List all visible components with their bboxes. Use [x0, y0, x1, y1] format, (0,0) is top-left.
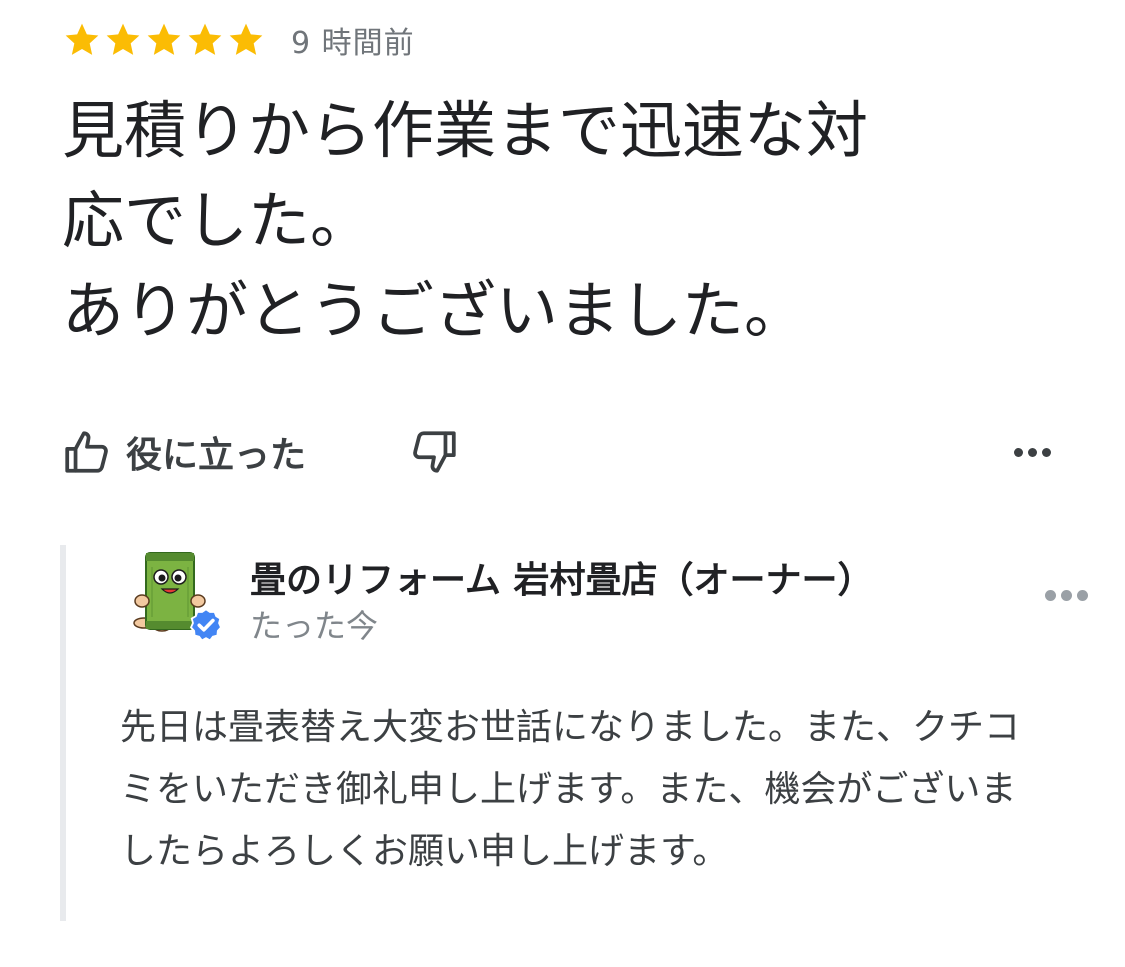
star-icon [106, 23, 140, 55]
star-rating [62, 20, 267, 60]
helpful-button[interactable]: 役に立った [62, 420, 306, 484]
star-icon [229, 23, 263, 55]
review-header: 9 時間前 [62, 18, 415, 62]
review-text: 見積りから作業まで迅速な対 応でした。 ありがとうございました。 [62, 94, 869, 347]
review-more-button[interactable] [1002, 428, 1062, 476]
owner-reply: 畳のリフォーム 岩村畳店（オーナー） たった今 先日は畳表替え大変お世話になりま… [60, 545, 1096, 921]
helpful-label: 役に立った [126, 435, 307, 476]
thumb-down-icon [413, 431, 456, 473]
more-horiz-icon [1013, 447, 1023, 457]
reply-time: たった今 [250, 607, 379, 645]
reply-text: 先日は畳表替え大変お世話になりました。また、クチコミをいただき御礼申し上げます。… [120, 707, 1021, 872]
not-helpful-button[interactable] [402, 420, 466, 484]
more-horiz-icon [1044, 589, 1056, 601]
thumb-up-icon [65, 431, 108, 473]
owner-name[interactable]: 畳のリフォーム 岩村畳店（オーナー） [250, 551, 873, 603]
verified-check-icon [189, 608, 223, 642]
star-icon [147, 23, 181, 55]
review-time: 9 時間前 [291, 26, 415, 61]
star-icon [65, 23, 99, 55]
review-actions: 役に立った [62, 420, 1062, 484]
star-icon [188, 23, 222, 55]
reply-more-button[interactable] [1036, 575, 1096, 615]
